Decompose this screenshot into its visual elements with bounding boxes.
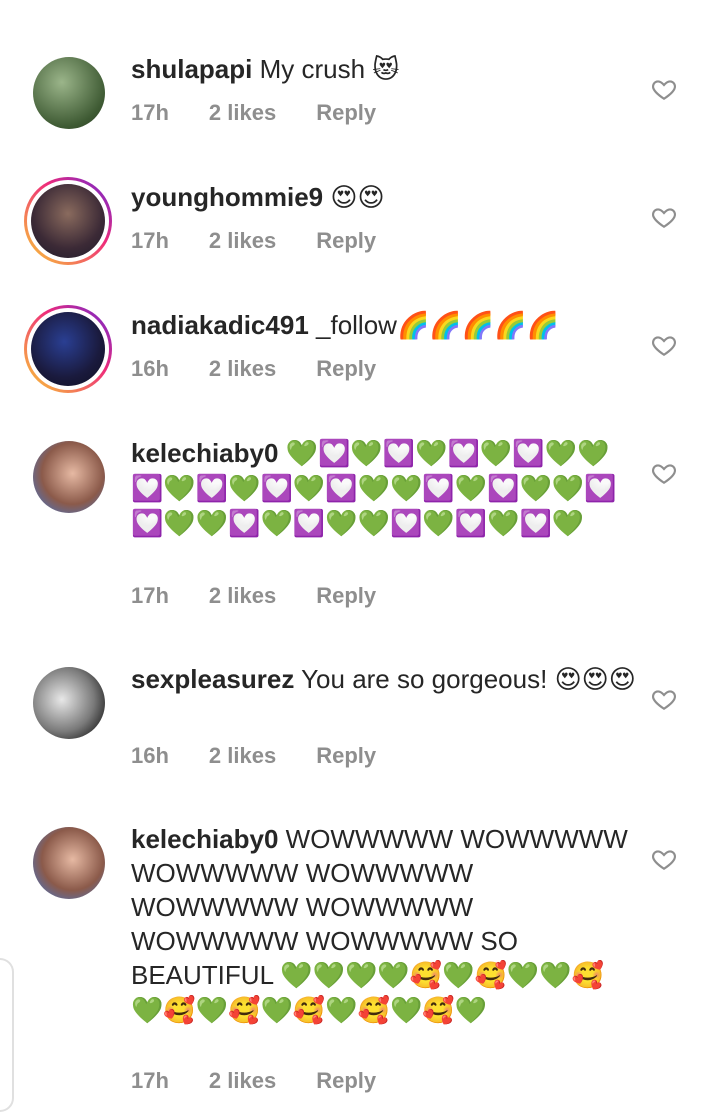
comment-likes[interactable]: 2 likes [209, 1066, 276, 1096]
reply-button[interactable]: Reply [316, 98, 376, 128]
edge-handle[interactable] [0, 958, 14, 1112]
comment-time: 17h [131, 1068, 169, 1093]
avatar[interactable] [24, 177, 112, 265]
comment-likes[interactable]: 2 likes [209, 98, 276, 128]
comment-meta: 17h 2 likes Reply [131, 581, 376, 611]
comment-username[interactable]: sexpleasurez [131, 664, 294, 694]
comment-meta: 17h 2 likes Reply [131, 98, 376, 128]
comment-likes[interactable]: 2 likes [209, 581, 276, 611]
avatar[interactable] [33, 827, 105, 899]
reply-button[interactable]: Reply [316, 581, 376, 611]
comment-time: 16h [131, 743, 169, 768]
comment-likes[interactable]: 2 likes [209, 354, 276, 384]
comment-time: 17h [131, 100, 169, 125]
comment-emoji: 😍😍 [330, 183, 385, 213]
comment-likes[interactable]: 2 likes [209, 741, 276, 771]
comment-time: 17h [131, 583, 169, 608]
avatar[interactable] [33, 57, 105, 129]
comment-body: You are so gorgeous! [301, 664, 548, 694]
comment-time: 16h [131, 356, 169, 381]
avatar[interactable] [33, 441, 105, 513]
comment-username[interactable]: kelechiaby0 [131, 438, 278, 468]
heart-icon[interactable] [651, 204, 677, 230]
comment-likes[interactable]: 2 likes [209, 226, 276, 256]
comment-emoji: 😻 [372, 55, 400, 85]
avatar[interactable] [33, 667, 105, 739]
heart-icon[interactable] [651, 846, 677, 872]
heart-icon[interactable] [651, 332, 677, 358]
reply-button[interactable]: Reply [316, 354, 376, 384]
comment-text: sexpleasurez You are so gorgeous! 😍😍😍 [131, 662, 636, 697]
comment-username[interactable]: shulapapi [131, 54, 252, 84]
comment-body: _follow [316, 310, 397, 340]
comment-username[interactable]: kelechiaby0 [131, 824, 278, 854]
reply-button[interactable]: Reply [316, 226, 376, 256]
comment-text: younghommie9 😍😍 [131, 180, 636, 215]
comment-username[interactable]: younghommie9 [131, 182, 323, 212]
heart-icon[interactable] [651, 460, 677, 486]
heart-icon[interactable] [651, 686, 677, 712]
comment-meta: 17h 2 likes Reply [131, 1066, 376, 1096]
comment-emoji: 😍😍😍 [554, 665, 636, 695]
comment-meta: 17h 2 likes Reply [131, 226, 376, 256]
comment-time: 17h [131, 228, 169, 253]
reply-button[interactable]: Reply [316, 741, 376, 771]
reply-button[interactable]: Reply [316, 1066, 376, 1096]
heart-icon[interactable] [651, 76, 677, 102]
comment-meta: 16h 2 likes Reply [131, 741, 376, 771]
comment-body: My crush [259, 54, 366, 84]
comment-username[interactable]: nadiakadic491 [131, 310, 309, 340]
avatar[interactable] [24, 305, 112, 393]
comment-meta: 16h 2 likes Reply [131, 354, 376, 384]
comment-emoji: 🌈🌈🌈🌈🌈 [396, 311, 559, 341]
comment-text: nadiakadic491 _follow🌈🌈🌈🌈🌈 [131, 308, 636, 343]
comment-text: kelechiaby0 💚💟💚💟💚💟💚💟💚💚💟💚💟💚💟💚💟💚💚💟💚💟💚💚💟💟💚💚… [131, 436, 636, 541]
comment-text: shulapapi My crush 😻 [131, 52, 636, 87]
comment-text: kelechiaby0 WOWWWWW WOWWWWW WOWWWWW WOWW… [131, 822, 636, 1028]
